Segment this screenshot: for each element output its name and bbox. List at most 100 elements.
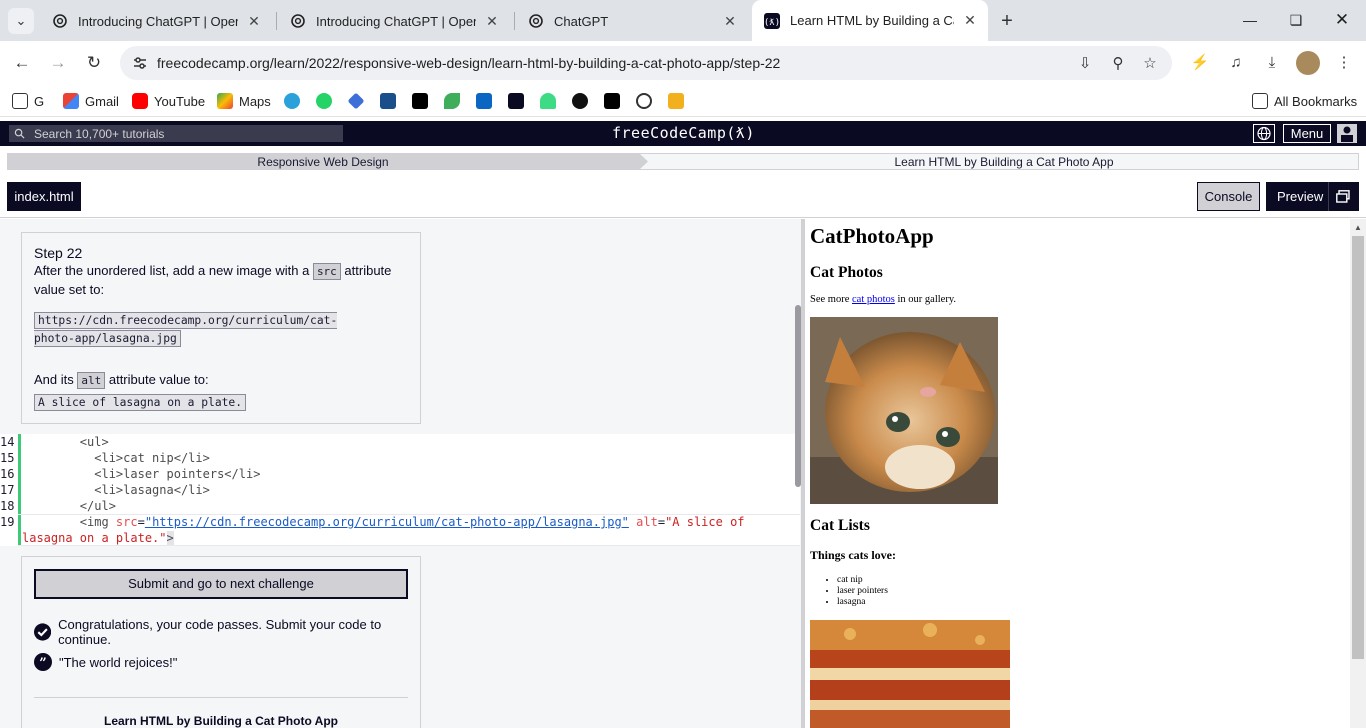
tab-title: Learn HTML by Building a Cat Photo App xyxy=(790,13,954,28)
popout-icon[interactable] xyxy=(1336,190,1350,203)
code-editor[interactable]: 14 <ul> 15 <li>cat nip</li> 16 <li>laser… xyxy=(0,434,800,546)
preview-paragraph: See more cat photos in our gallery. xyxy=(810,294,956,305)
install-app-icon[interactable]: ⇩ xyxy=(1074,53,1096,75)
file-tab-index-html[interactable]: index.html xyxy=(7,182,81,211)
close-icon[interactable]: ✕ xyxy=(484,13,500,30)
site-info-icon[interactable] xyxy=(132,55,148,71)
new-tab-button[interactable]: + xyxy=(994,8,1020,34)
preview-h3: Things cats love: xyxy=(810,548,897,562)
tab-search-button[interactable]: ⌄ xyxy=(8,8,34,34)
text: And its xyxy=(34,372,78,387)
line-number: 17 xyxy=(0,483,15,497)
menu-button[interactable]: Menu xyxy=(1283,124,1331,143)
bookmark-leaf[interactable] xyxy=(444,91,460,111)
quote-text: "The world rejoices!" xyxy=(59,654,178,670)
bookmark-youtube[interactable]: YouTube xyxy=(132,91,205,111)
code-token: <li>laser pointers</li> xyxy=(94,467,261,481)
submit-button[interactable]: Submit and go to next challenge xyxy=(34,569,408,599)
bookmark-telegram[interactable] xyxy=(284,91,300,111)
close-icon[interactable]: ✕ xyxy=(246,13,262,30)
bookmark-app-blue[interactable] xyxy=(347,91,365,111)
quote-message: ” "The world rejoices!" xyxy=(34,653,177,671)
breadcrumb-block[interactable]: Learn HTML by Building a Cat Photo App xyxy=(648,155,1360,169)
browser-menu-icon[interactable]: ⋮ xyxy=(1332,51,1356,75)
freecodecamp-icon: (ƛ) xyxy=(764,12,780,29)
x-icon xyxy=(412,93,428,109)
divider xyxy=(1328,182,1329,211)
bookmark-gmail[interactable]: Gmail xyxy=(63,91,119,111)
bookmark-label: Maps xyxy=(239,93,271,109)
code-text: <img src="https://cdn.freecodecamp.org/c… xyxy=(22,514,745,530)
preview-button[interactable]: Preview xyxy=(1266,182,1359,211)
bookmark-app-yellow[interactable] xyxy=(668,91,684,111)
console-button[interactable]: Console xyxy=(1197,182,1260,211)
text: After the unordered list, add a new imag… xyxy=(34,263,313,278)
restore-button[interactable]: ❏ xyxy=(1274,6,1318,34)
avatar-icon xyxy=(1341,126,1353,142)
browser-tab-3[interactable]: ChatGPT ✕ xyxy=(516,4,748,38)
leaf-icon xyxy=(444,93,460,109)
text: in our gallery. xyxy=(894,294,957,305)
gmail-icon xyxy=(63,93,79,109)
quote-icon: ” xyxy=(34,653,52,671)
code-token: <img xyxy=(79,515,116,529)
browser-tab-2[interactable]: Introducing ChatGPT | OpenAI ✕ xyxy=(278,4,510,38)
check-circle-icon xyxy=(34,623,52,641)
breadcrumb-superblock[interactable]: Responsive Web Design xyxy=(8,155,638,169)
openai-icon xyxy=(291,14,305,28)
linkedin-icon xyxy=(476,93,492,109)
bookmark-chatgpt[interactable] xyxy=(636,91,652,111)
bookmark-whatsapp[interactable] xyxy=(316,91,332,111)
bookmark-linkedin[interactable] xyxy=(476,91,492,111)
all-bookmarks[interactable]: All Bookmarks xyxy=(1252,91,1357,111)
bookmark-folder-g[interactable]: G xyxy=(12,91,44,111)
bookmark-medium[interactable] xyxy=(604,91,620,111)
code-text: <li>cat nip</li> xyxy=(22,450,210,466)
svg-text:(ƛ): (ƛ) xyxy=(764,18,780,28)
bookmark-freecodecamp[interactable] xyxy=(508,91,524,111)
code-token: <ul> xyxy=(79,435,109,449)
browser-tab-1[interactable]: Introducing ChatGPT | OpenAI ✕ xyxy=(40,4,272,38)
bookmark-label: Gmail xyxy=(85,93,119,109)
address-bar[interactable]: freecodecamp.org/learn/2022/responsive-w… xyxy=(120,46,1172,80)
back-button[interactable]: ← xyxy=(8,49,36,77)
freecodecamp-icon xyxy=(508,93,524,109)
bookmark-spotify[interactable] xyxy=(572,91,588,111)
close-icon[interactable]: ✕ xyxy=(962,12,978,29)
close-window-button[interactable]: ✕ xyxy=(1320,6,1364,34)
bookmark-star-icon[interactable]: ☆ xyxy=(1139,53,1161,75)
download-icon[interactable]: ⤓ xyxy=(1260,51,1284,75)
bookmark-app-teal[interactable] xyxy=(380,91,396,111)
cat-photos-link[interactable]: cat photos xyxy=(852,294,895,305)
spotify-icon xyxy=(572,93,588,109)
instructions-panel: Step 22 After the unordered list, add a … xyxy=(21,232,421,424)
reload-button[interactable]: ↻ xyxy=(80,49,108,77)
bookmark-x[interactable] xyxy=(412,91,428,111)
extension-icon[interactable]: ⚡ xyxy=(1188,51,1212,75)
fcc-logo[interactable]: freeCodeCamp(ƛ) xyxy=(612,124,755,142)
lasagna-image[interactable] xyxy=(810,620,1010,728)
profile-avatar[interactable] xyxy=(1296,51,1320,75)
cat-image[interactable] xyxy=(810,317,998,504)
minimize-button[interactable]: — xyxy=(1228,6,1272,34)
forward-button[interactable]: → xyxy=(44,49,72,77)
zoom-icon[interactable]: ⚲ xyxy=(1107,53,1129,75)
language-button[interactable] xyxy=(1253,124,1275,143)
code-text: <li>lasagna</li> xyxy=(22,482,210,498)
close-icon[interactable]: ✕ xyxy=(722,13,738,30)
bookmark-android[interactable] xyxy=(540,91,556,111)
svg-text:”: ” xyxy=(39,656,46,671)
list-item: lasagna xyxy=(837,597,888,608)
preview-label: Preview xyxy=(1277,189,1324,204)
preview-scrollbar-thumb[interactable] xyxy=(1352,236,1364,659)
media-control-icon[interactable]: ♫ xyxy=(1224,51,1248,75)
browser-tab-active[interactable]: (ƛ) Learn HTML by Building a Cat Photo A… xyxy=(752,0,988,41)
folder-icon xyxy=(1252,93,1268,109)
scroll-up-icon[interactable]: ▲ xyxy=(1354,223,1362,232)
bookmark-maps[interactable]: Maps xyxy=(217,91,271,111)
user-avatar[interactable] xyxy=(1337,124,1357,143)
search-input[interactable]: Search 10,700+ tutorials xyxy=(9,125,343,142)
